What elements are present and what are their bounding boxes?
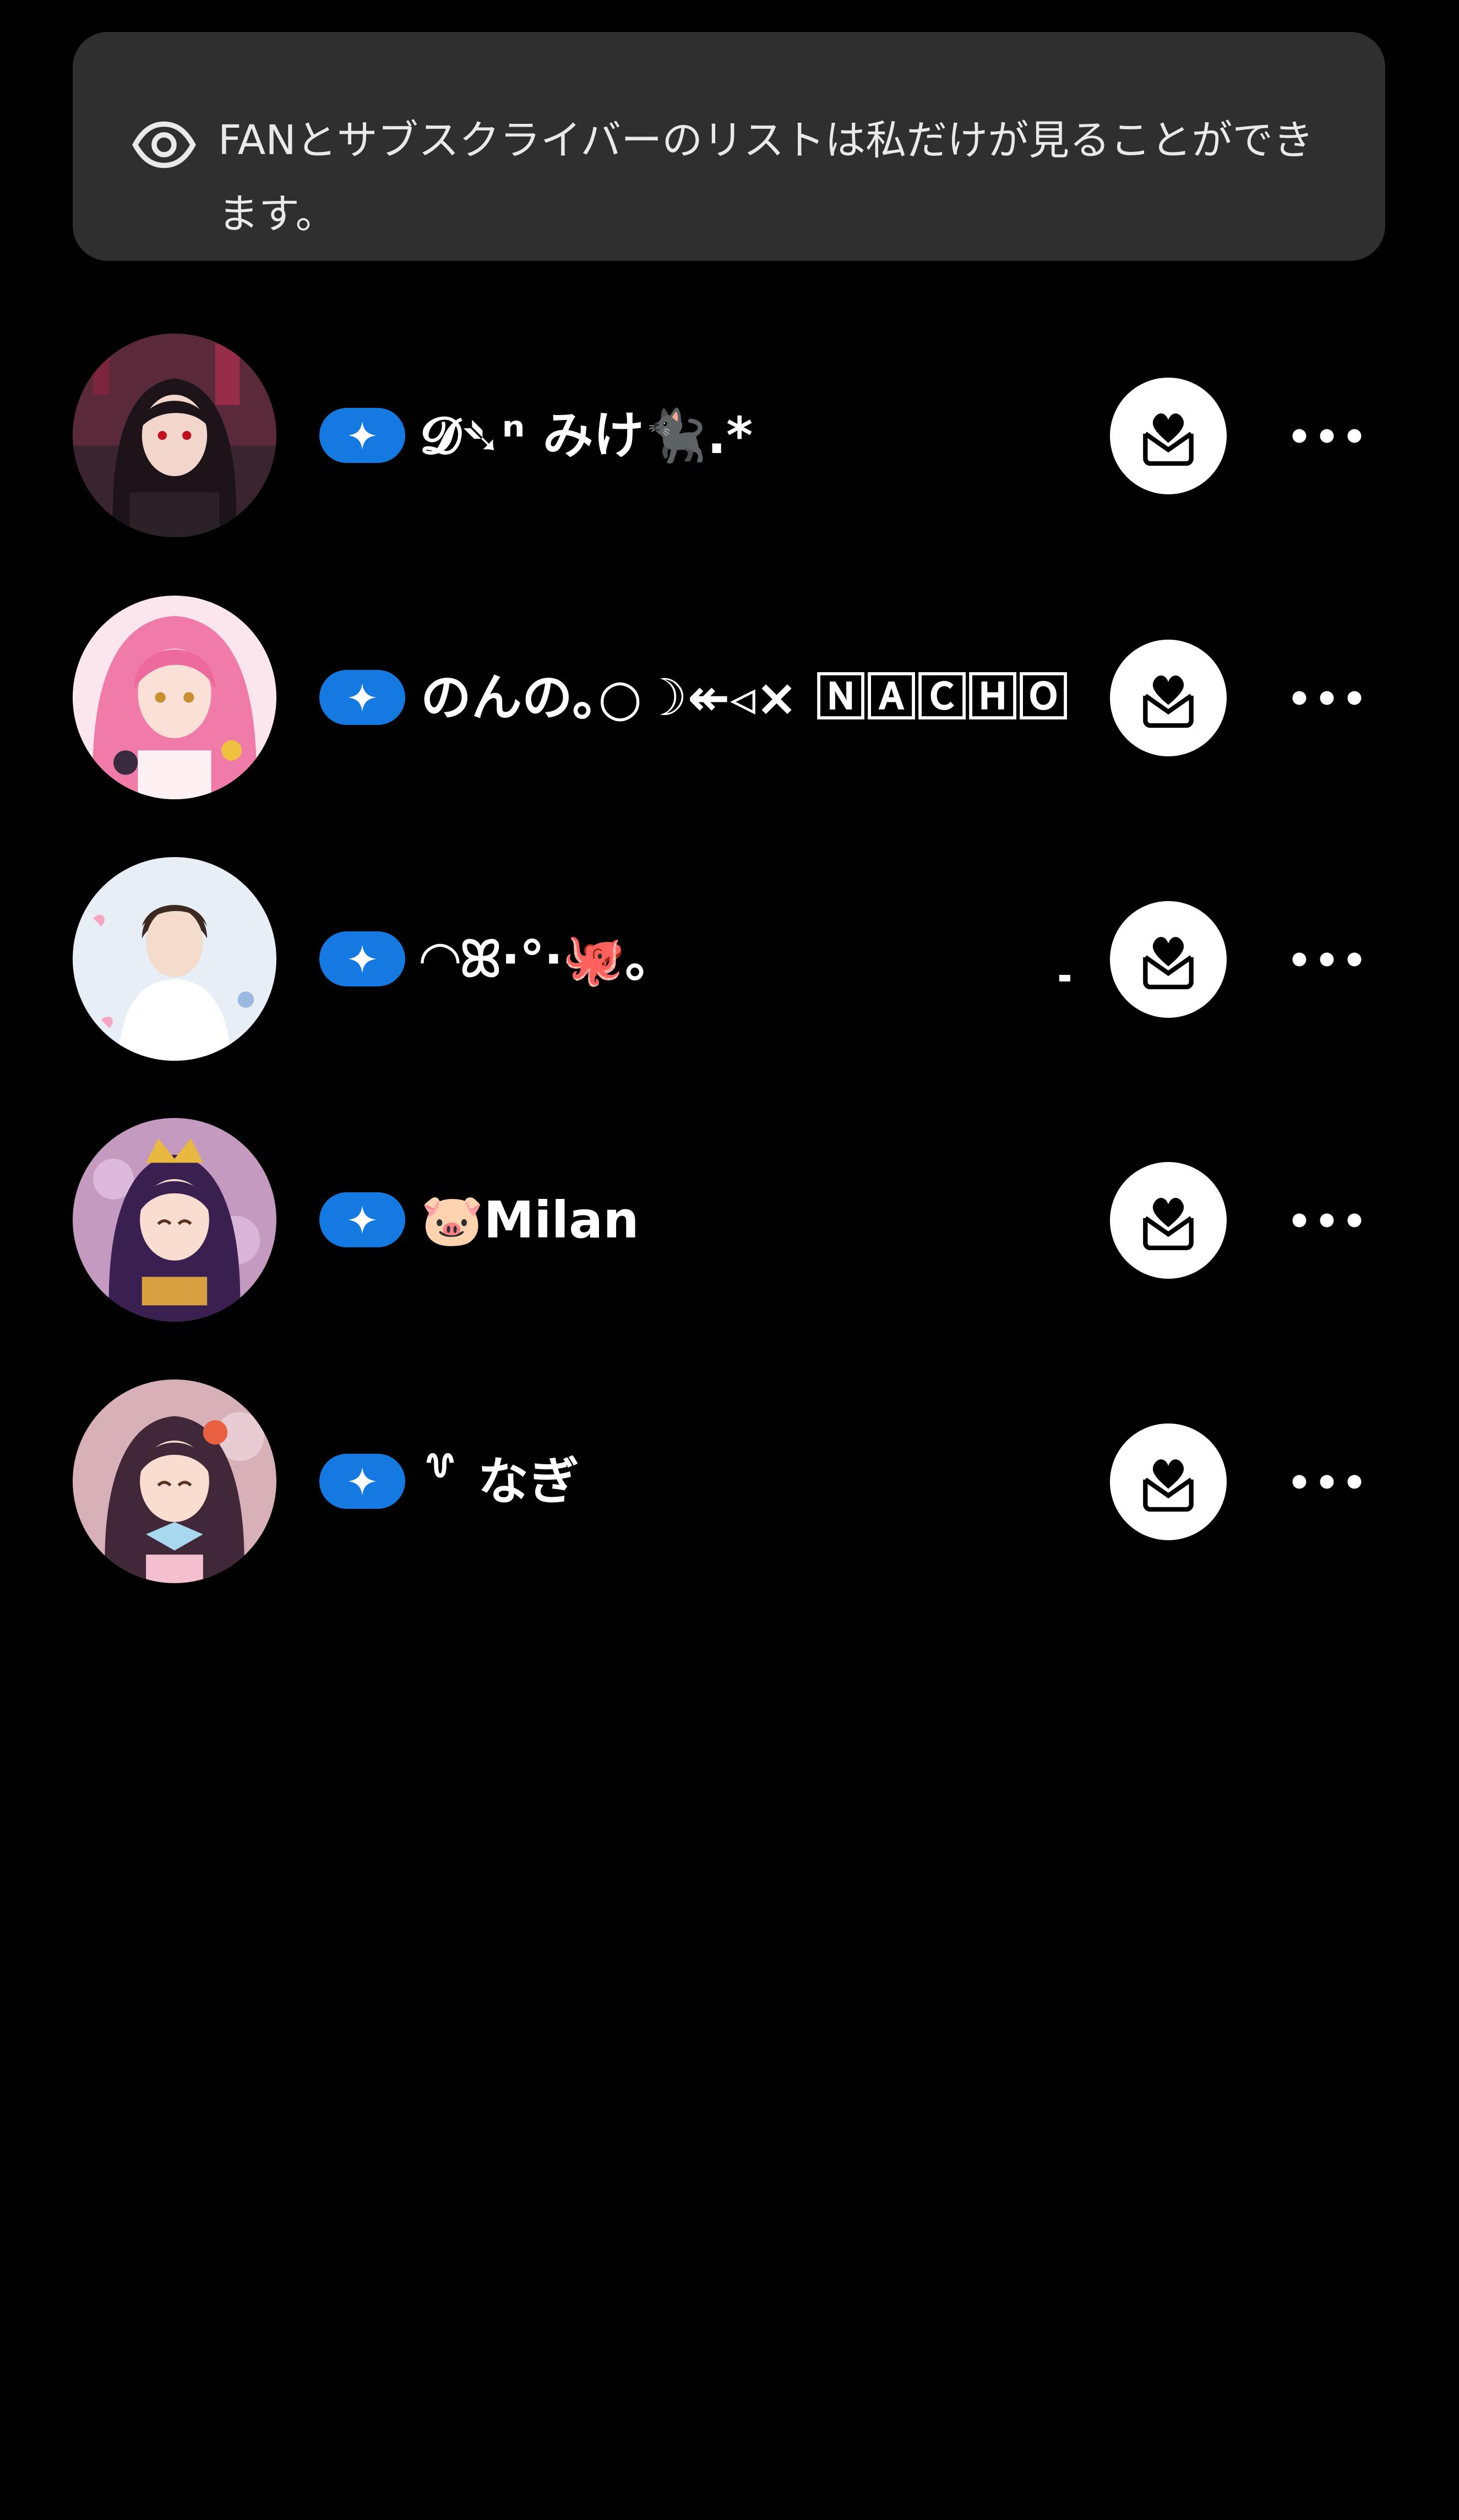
avatar[interactable] bbox=[73, 1379, 276, 1583]
more-options-button[interactable] bbox=[1288, 673, 1365, 723]
more-dots-icon bbox=[1292, 429, 1362, 443]
subscriber-badge bbox=[319, 1192, 405, 1247]
subscriber-row[interactable]: 🐷Milan bbox=[0, 1118, 1459, 1327]
subscriber-name: 𝓓➴ⁿ みけ🐈‍⬛.* bbox=[421, 406, 753, 465]
subscriber-row[interactable]: 𝓓➴ⁿ みけ🐈‍⬛.* bbox=[0, 334, 1459, 543]
avatar[interactable] bbox=[73, 596, 276, 799]
name-decoration-bars bbox=[1059, 975, 1070, 981]
heart-envelope-icon bbox=[1143, 1459, 1194, 1512]
fan-letter-button[interactable] bbox=[1110, 640, 1227, 756]
subscriber-name: ◠ꕤ‧°‧🐙｡ bbox=[421, 923, 1070, 996]
more-options-button[interactable] bbox=[1288, 1457, 1365, 1507]
more-options-button[interactable] bbox=[1288, 1196, 1365, 1245]
subscriber-badge bbox=[319, 931, 405, 986]
more-dots-icon bbox=[1292, 691, 1362, 705]
fan-letter-button[interactable] bbox=[1110, 1423, 1227, 1540]
subscriber-name: ꒷ なぎ bbox=[421, 1452, 579, 1511]
heart-envelope-icon bbox=[1143, 413, 1194, 466]
more-options-button[interactable] bbox=[1288, 935, 1365, 984]
more-dots-icon bbox=[1292, 952, 1362, 967]
subscriber-name: 🐷Milan bbox=[421, 1191, 639, 1250]
sparkle-icon bbox=[348, 945, 377, 973]
avatar[interactable] bbox=[73, 1118, 276, 1322]
avatar[interactable] bbox=[73, 334, 276, 537]
sparkle-icon bbox=[348, 683, 377, 712]
sparkle-icon bbox=[348, 1206, 377, 1234]
subscriber-row[interactable]: のんの｡○☽↞◃× 🄽🄰🄲🄷🄾 bbox=[0, 596, 1459, 805]
subscriber-badge bbox=[319, 1454, 405, 1509]
subscriber-badge bbox=[319, 670, 405, 725]
notice-text: FANとサブスクライバーのリストは私だけが見ることができます。 bbox=[218, 117, 1314, 238]
subscriber-name-text: ◠ꕤ‧°‧🐙｡ bbox=[421, 930, 651, 989]
sparkle-icon bbox=[348, 421, 377, 450]
eye-icon bbox=[131, 112, 197, 178]
more-dots-icon bbox=[1292, 1213, 1362, 1228]
more-options-button[interactable] bbox=[1288, 411, 1365, 461]
subscriber-badge bbox=[319, 408, 405, 463]
fan-letter-button[interactable] bbox=[1110, 1162, 1227, 1279]
fan-letter-button[interactable] bbox=[1110, 901, 1227, 1018]
heart-envelope-icon bbox=[1143, 1198, 1194, 1251]
more-dots-icon bbox=[1292, 1475, 1362, 1489]
heart-envelope-icon bbox=[1143, 937, 1194, 990]
privacy-notice: FANとサブスクライバーのリストは私だけが見ることができます。 bbox=[73, 32, 1385, 261]
heart-envelope-icon bbox=[1143, 675, 1194, 728]
subscriber-row[interactable]: ꒷ なぎ bbox=[0, 1379, 1459, 1589]
avatar[interactable] bbox=[73, 857, 276, 1061]
sparkle-icon bbox=[348, 1467, 377, 1496]
subscriber-name: のんの｡○☽↞◃× 🄽🄰🄲🄷🄾 bbox=[421, 668, 1069, 727]
fan-letter-button[interactable] bbox=[1110, 378, 1227, 494]
subscriber-row[interactable]: ◠ꕤ‧°‧🐙｡ bbox=[0, 857, 1459, 1066]
